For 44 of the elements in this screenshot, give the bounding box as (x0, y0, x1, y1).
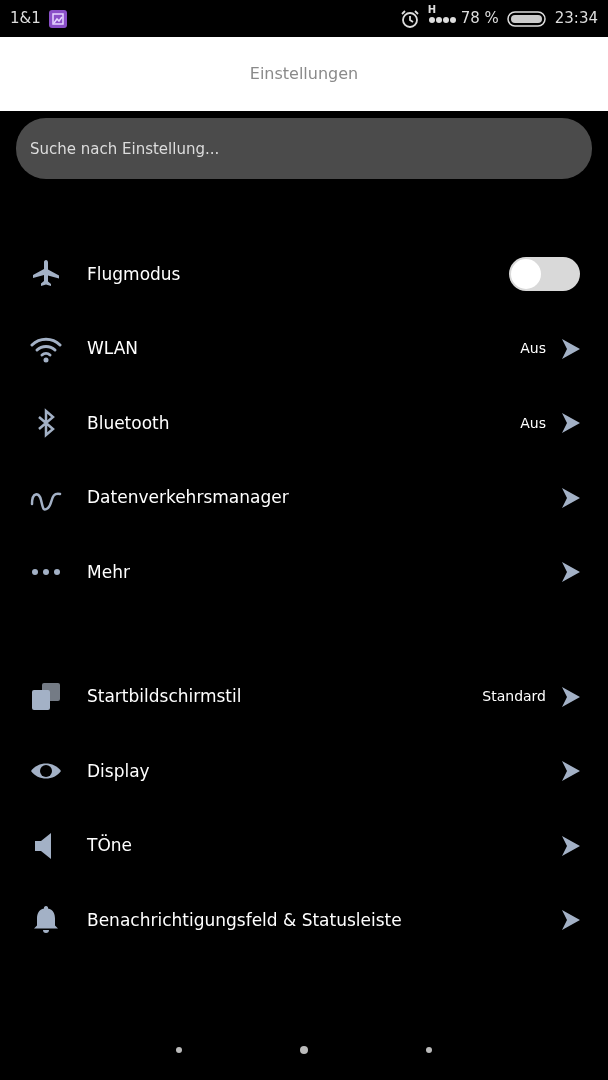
network-type: H (427, 4, 437, 15)
settings-row[interactable]: Mehr (0, 535, 608, 610)
settings-row[interactable]: Flugmodus (0, 237, 608, 312)
chevron-icon (562, 562, 580, 583)
chevron-icon (562, 338, 580, 359)
search-field[interactable]: Suche nach Einstellung... (16, 118, 592, 179)
screen-title: Einstellungen (249, 63, 359, 85)
toggle-switch[interactable] (509, 257, 580, 292)
settings-row[interactable]: TÖne (0, 808, 608, 883)
battery-percent: 78 % (460, 8, 499, 30)
setting-label: Benachrichtigungsfeld & Statusleiste (87, 908, 403, 932)
signal-icon (427, 15, 457, 24)
page-indicator[interactable] (300, 1046, 308, 1054)
battery-icon (506, 9, 547, 28)
setting-label: TÖne (87, 833, 133, 857)
page-indicator[interactable] (426, 1047, 432, 1053)
setting-label: Startbildschirmstil (87, 685, 243, 708)
setting-value: Standard (482, 687, 546, 707)
setting-label: WLAN (87, 337, 140, 360)
chevron-icon (562, 686, 580, 707)
setting-label: Mehr (87, 560, 131, 584)
settings-row[interactable]: Display (0, 734, 608, 809)
chevron-icon (562, 487, 580, 508)
alarm-icon (399, 8, 420, 29)
settings-row[interactable]: Benachrichtigungsfeld & Statusleiste (0, 883, 608, 958)
settings-row[interactable]: Bluetooth Aus (0, 386, 608, 461)
settings-row[interactable]: WLAN Aus (0, 311, 608, 386)
page-indicator[interactable] (176, 1047, 182, 1053)
chevron-icon (562, 413, 580, 434)
clock: 23:34 (554, 8, 598, 30)
chevron-icon (562, 835, 580, 856)
setting-value: Aus (520, 339, 546, 359)
settings-row[interactable]: Datenverkehrsmanager (0, 460, 608, 535)
chevron-icon (562, 761, 580, 782)
setting-label: Display (87, 759, 151, 783)
carrier-name: 1&1 (10, 8, 41, 30)
setting-label: Bluetooth (87, 411, 171, 435)
setting-label: Datenverkehrsmanager (87, 486, 290, 509)
setting-value: Aus (520, 413, 546, 433)
gallery-icon (48, 9, 67, 28)
chevron-icon (562, 910, 580, 931)
setting-label: Flugmodus (87, 262, 182, 286)
settings-row[interactable]: Startbildschirmstil Standard (0, 659, 608, 734)
squares-icon (30, 680, 62, 713)
